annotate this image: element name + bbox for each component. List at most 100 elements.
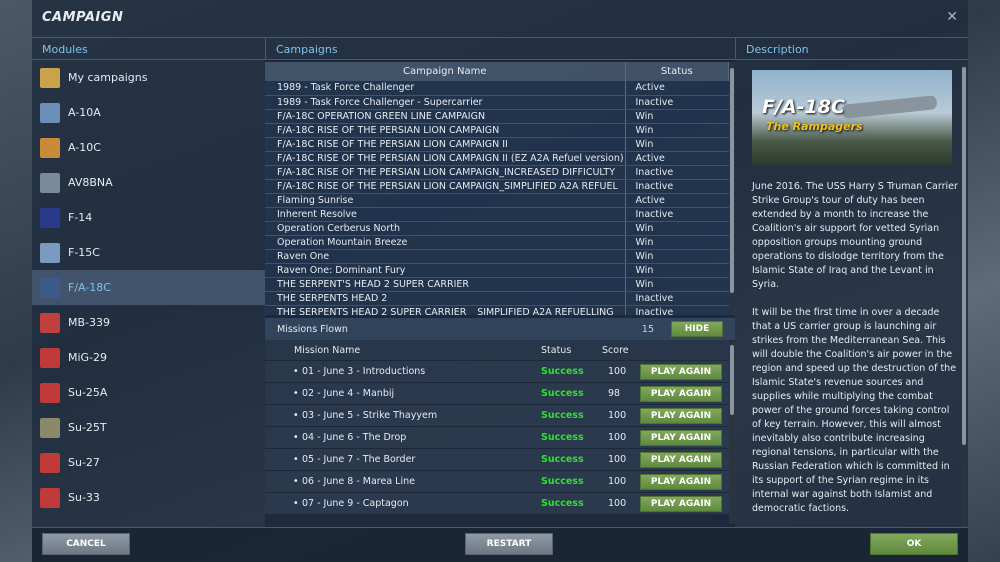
folder-icon xyxy=(40,67,60,88)
description-paragraph: It will be the first time in over a deca… xyxy=(752,307,957,514)
campaign-name: F/A-18C RISE OF THE PERSIAN LION CAMPAIG… xyxy=(265,123,625,138)
campaign-row[interactable]: THE SERPENTS HEAD 2 Inactive xyxy=(265,291,729,306)
description-panel: F/A-18C The Rampagers June 2016. The USS… xyxy=(735,60,968,527)
campaign-status: Win xyxy=(624,137,729,152)
column-status[interactable]: Status xyxy=(625,62,729,81)
column-campaign-name[interactable]: Campaign Name xyxy=(265,62,626,81)
hide-button[interactable]: HIDE xyxy=(671,321,723,337)
bullet-icon: • xyxy=(293,410,299,421)
campaign-name: Raven One: Dominant Fury xyxy=(265,263,625,278)
campaign-row[interactable]: Operation Cerberus North Win xyxy=(265,221,729,236)
campaign-row[interactable]: Operation Mountain Breeze Win xyxy=(265,235,729,250)
column-mission-name: Mission Name xyxy=(294,344,361,356)
campaign-row[interactable]: Raven One: Dominant Fury Win xyxy=(265,263,729,278)
campaign-row[interactable]: F/A-18C RISE OF THE PERSIAN LION CAMPAIG… xyxy=(265,151,729,166)
module-item[interactable]: Su-27 xyxy=(32,445,265,480)
mission-name: 02 - June 4 - Manbij xyxy=(302,388,395,399)
mission-row[interactable]: • 04 - June 6 - The Drop Success 100 PLA… xyxy=(265,427,729,449)
module-item[interactable]: MB-339 xyxy=(32,305,265,340)
campaign-row[interactable]: Raven One Win xyxy=(265,249,729,264)
missions-count: 15 xyxy=(641,323,654,335)
mission-name: 05 - June 7 - The Border xyxy=(302,454,416,465)
missions-flown-bar: Missions Flown 15 HIDE xyxy=(265,318,735,340)
campaign-status: Active xyxy=(624,193,729,208)
mission-score: 100 xyxy=(608,476,627,487)
module-item[interactable]: A-10C xyxy=(32,130,265,165)
module-item[interactable]: Su-25A xyxy=(32,375,265,410)
campaign-name: Flaming Sunrise xyxy=(265,193,625,208)
aircraft-shape xyxy=(841,95,938,119)
play-again-button[interactable]: PLAY AGAIN xyxy=(640,407,722,424)
play-again-button[interactable]: PLAY AGAIN xyxy=(640,429,722,446)
campaign-name: Operation Cerberus North xyxy=(265,221,625,236)
mission-status: Success xyxy=(541,432,584,443)
scrollbar-thumb[interactable] xyxy=(730,345,734,415)
module-label: F-15C xyxy=(68,246,100,259)
missions-list: • 01 - June 3 - Introductions Success 10… xyxy=(265,361,729,524)
campaign-name: 1989 - Task Force Challenger xyxy=(265,81,625,96)
campaign-row[interactable]: F/A-18C RISE OF THE PERSIAN LION CAMPAIG… xyxy=(265,137,729,152)
description-scrollbar[interactable] xyxy=(961,65,967,527)
module-item[interactable]: My campaigns xyxy=(32,60,265,95)
description-text: June 2016. The USS Harry S Truman Carrie… xyxy=(735,180,968,527)
mission-score: 100 xyxy=(608,432,627,443)
restart-button[interactable]: RESTART xyxy=(465,533,553,555)
play-again-button[interactable]: PLAY AGAIN xyxy=(640,495,722,512)
module-item[interactable]: Su-33 xyxy=(32,480,265,515)
mission-row[interactable]: • 03 - June 5 - Strike Thayyem Success 1… xyxy=(265,405,729,427)
mission-row[interactable]: • 07 - June 9 - Captagon Success 100 PLA… xyxy=(265,493,729,515)
mission-name: 03 - June 5 - Strike Thayyem xyxy=(302,410,438,421)
campaign-row[interactable]: THE SERPENTS HEAD 2 SUPER CARRIER _ SIMP… xyxy=(265,305,729,315)
mission-status: Success xyxy=(541,388,584,399)
play-again-button[interactable]: PLAY AGAIN xyxy=(640,473,722,490)
ok-button[interactable]: OK xyxy=(870,533,958,555)
module-item[interactable]: AV8BNA xyxy=(32,165,265,200)
campaign-name: F/A-18C RISE OF THE PERSIAN LION CAMPAIG… xyxy=(265,137,625,152)
campaign-row[interactable]: Flaming Sunrise Active xyxy=(265,193,729,208)
module-label: F-14 xyxy=(68,211,93,224)
campaign-row[interactable]: THE SERPENT'S HEAD 2 SUPER CARRIER Win xyxy=(265,277,729,292)
cancel-button[interactable]: CANCEL xyxy=(42,533,130,555)
campaign-row[interactable]: 1989 - Task Force Challenger Active xyxy=(265,81,729,96)
module-label: Su-27 xyxy=(68,456,100,469)
campaign-status: Inactive xyxy=(624,95,729,110)
column-mission-status: Status xyxy=(541,344,572,356)
bullet-icon: • xyxy=(293,454,299,465)
module-item[interactable]: Su-25T xyxy=(32,410,265,445)
campaign-row[interactable]: F/A-18C RISE OF THE PERSIAN LION CAMPAIG… xyxy=(265,165,729,180)
mission-row[interactable]: • 02 - June 4 - Manbij Success 98 PLAY A… xyxy=(265,383,729,405)
mission-row[interactable]: • 05 - June 7 - The Border Success 100 P… xyxy=(265,449,729,471)
scrollbar-thumb[interactable] xyxy=(730,68,734,293)
bullet-icon: • xyxy=(293,388,299,399)
mission-status: Success xyxy=(541,476,584,487)
module-item[interactable]: MiG-29 xyxy=(32,340,265,375)
campaigns-header-label: Campaigns xyxy=(276,43,338,56)
campaign-name: F/A-18C OPERATION GREEN LINE CAMPAIGN xyxy=(265,109,625,124)
bullet-icon: • xyxy=(293,476,299,487)
campaigns-header: Campaigns xyxy=(265,37,735,60)
campaign-row[interactable]: F/A-18C OPERATION GREEN LINE CAMPAIGN Win xyxy=(265,109,729,124)
mission-row[interactable]: • 01 - June 3 - Introductions Success 10… xyxy=(265,361,729,383)
mission-status: Success xyxy=(541,366,584,377)
mission-row[interactable]: • 06 - June 8 - Marea Line Success 100 P… xyxy=(265,471,729,493)
campaigns-table: Campaign Name Status 1989 - Task Force C… xyxy=(265,62,729,315)
module-item[interactable]: F-15C xyxy=(32,235,265,270)
play-again-button[interactable]: PLAY AGAIN xyxy=(640,363,722,380)
module-item[interactable]: F/A-18C xyxy=(32,270,265,305)
a10c-icon xyxy=(40,137,60,158)
mission-name: 07 - June 9 - Captagon xyxy=(302,498,409,509)
campaign-row[interactable]: F/A-18C RISE OF THE PERSIAN LION CAMPAIG… xyxy=(265,179,729,194)
campaign-row[interactable]: 1989 - Task Force Challenger - Supercarr… xyxy=(265,95,729,110)
missions-flown-label: Missions Flown xyxy=(277,323,348,335)
campaign-row[interactable]: Inherent Resolve Inactive xyxy=(265,207,729,222)
module-item[interactable]: F-14 xyxy=(32,200,265,235)
play-again-button[interactable]: PLAY AGAIN xyxy=(640,385,722,402)
play-again-button[interactable]: PLAY AGAIN xyxy=(640,451,722,468)
campaign-row[interactable]: F/A-18C RISE OF THE PERSIAN LION CAMPAIG… xyxy=(265,123,729,138)
mission-score: 100 xyxy=(608,498,627,509)
missions-header: Mission Name Status Score xyxy=(265,340,729,360)
campaign-status: Inactive xyxy=(624,165,729,180)
close-icon[interactable]: ✕ xyxy=(946,9,958,25)
scrollbar-thumb[interactable] xyxy=(962,67,966,445)
module-item[interactable]: A-10A xyxy=(32,95,265,130)
